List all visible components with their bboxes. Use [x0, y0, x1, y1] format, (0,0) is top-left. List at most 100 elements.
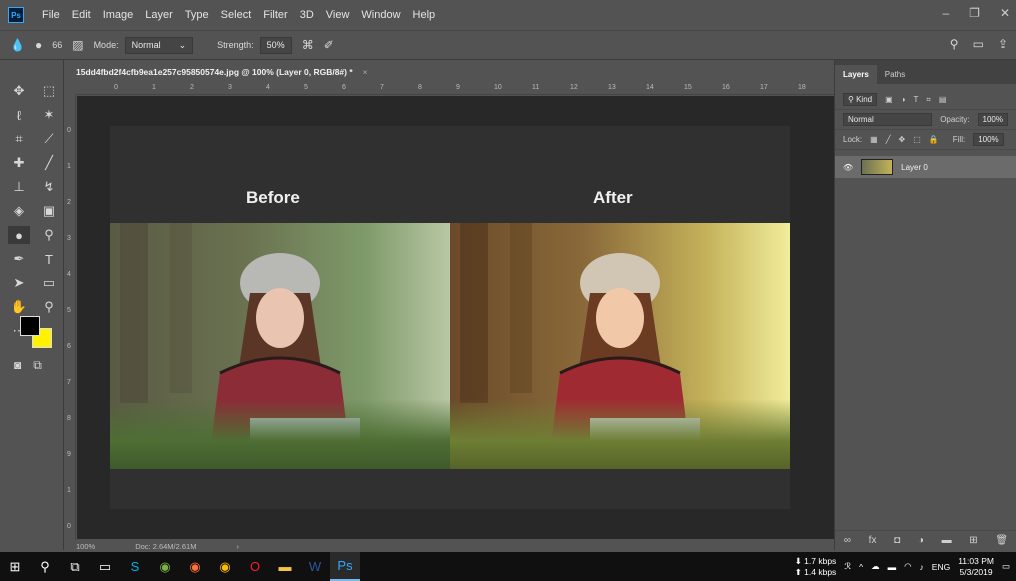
skype-icon[interactable]: S [120, 552, 150, 581]
windows-start-icon[interactable]: ⊞ [0, 552, 30, 581]
menu-file[interactable]: File [36, 9, 66, 21]
new-layer-icon[interactable]: ⊞ [969, 535, 977, 546]
hand-tool-icon[interactable]: ✋ [8, 298, 30, 316]
strength-field[interactable]: 50% [259, 36, 292, 54]
search-icon[interactable]: ⚲ [30, 552, 60, 581]
layer-mask-icon[interactable]: ◘ [894, 535, 900, 546]
menu-filter[interactable]: Filter [257, 9, 293, 21]
move-tool-icon[interactable]: ✥ [8, 82, 30, 100]
wifi-icon[interactable]: ◠ [904, 561, 911, 572]
brush-tool-icon[interactable]: ╱ [38, 154, 60, 172]
tray-chevron-up-icon[interactable]: ^ [859, 562, 863, 572]
crop-tool-icon[interactable]: ⌗ [8, 130, 30, 148]
restore-icon[interactable]: ❐ [969, 6, 980, 20]
blur-tool-icon[interactable]: ● [8, 226, 30, 244]
kind-filter-select[interactable]: ⚲ Kind [843, 93, 878, 106]
menu-3d[interactable]: 3D [294, 9, 320, 21]
tab-paths[interactable]: Paths [877, 65, 913, 84]
menu-select[interactable]: Select [215, 9, 258, 21]
menu-layer[interactable]: Layer [139, 9, 179, 21]
clone-stamp-tool-icon[interactable]: ⊥ [8, 178, 30, 196]
healing-brush-tool-icon[interactable]: ✚ [8, 154, 30, 172]
menu-type[interactable]: Type [179, 9, 215, 21]
new-group-icon[interactable]: ▬ [942, 535, 952, 546]
minimize-icon[interactable]: – [942, 6, 949, 20]
lock-transparency-icon[interactable]: ▦ [870, 135, 878, 144]
foreground-color-swatch[interactable] [20, 316, 40, 336]
screen-mode-icon[interactable]: ⧉ [33, 358, 42, 373]
gradient-tool-icon[interactable]: ▣ [38, 202, 60, 220]
magic-wand-tool-icon[interactable]: ✶ [38, 106, 60, 124]
volume-icon[interactable]: ♪ [920, 562, 924, 572]
notifications-icon[interactable]: ▭ [1002, 561, 1010, 572]
search-icon[interactable]: ⚲ [950, 37, 959, 51]
type-tool-icon[interactable]: T [38, 250, 60, 268]
brush-preset-icon[interactable]: ● [35, 38, 42, 52]
people-icon[interactable]: ℛ [844, 561, 851, 572]
fill-field[interactable]: 100% [973, 133, 1004, 146]
clock[interactable]: 11:03 PM 5/3/2019 [958, 556, 994, 578]
chrome-alt-icon[interactable]: ◉ [150, 552, 180, 581]
rectangle-tool-icon[interactable]: ▭ [38, 274, 60, 292]
workspace-icon[interactable]: ▭ [973, 37, 984, 51]
task-view-icon[interactable]: ⧉ [60, 552, 90, 581]
pen-tool-icon[interactable]: ✒ [8, 250, 30, 268]
lock-all-icon[interactable]: 🔒 [929, 135, 939, 144]
image-canvas[interactable]: Before After [110, 126, 790, 509]
path-selection-tool-icon[interactable]: ➤ [8, 274, 30, 292]
link-layers-icon[interactable]: ∞ [844, 535, 851, 546]
eyedropper-tool-icon[interactable]: ⟋ [38, 130, 60, 148]
menu-edit[interactable]: Edit [66, 9, 97, 21]
share-icon[interactable]: ⇪ [998, 37, 1008, 51]
visibility-eye-icon[interactable]: 👁 [843, 163, 853, 172]
filter-smart-object-icon[interactable]: ▤ [939, 95, 947, 104]
tab-layers[interactable]: Layers [835, 65, 877, 84]
zoom-tool-icon[interactable]: ⚲ [38, 298, 60, 316]
adjustment-layer-icon[interactable]: ◑ [918, 535, 924, 546]
document-tab[interactable]: 15dd4fbd2f4cfb9ea1e257c95850574e.jpg @ 1… [64, 62, 834, 82]
battery-icon[interactable]: ▬ [888, 562, 897, 572]
close-icon[interactable]: ✕ [1000, 6, 1010, 20]
close-document-icon[interactable]: × [363, 67, 368, 77]
folder-icon[interactable]: ▬ [270, 552, 300, 581]
filter-pixel-icon[interactable]: ▣ [885, 95, 893, 104]
lock-position-icon[interactable]: ✥ [899, 135, 906, 144]
delete-layer-icon[interactable]: 🗑 [995, 535, 1008, 546]
menu-window[interactable]: Window [355, 9, 406, 21]
chrome-icon[interactable]: ◉ [210, 552, 240, 581]
language-indicator[interactable]: ENG [932, 562, 950, 572]
quick-mask-icon[interactable]: ◙ [14, 358, 21, 373]
brush-settings-icon[interactable]: ▨ [72, 38, 83, 52]
menu-help[interactable]: Help [407, 9, 442, 21]
marquee-tool-icon[interactable]: ⬚ [38, 82, 60, 100]
opacity-field[interactable]: 100% [977, 113, 1008, 126]
opera-icon[interactable]: O [240, 552, 270, 581]
lock-image-icon[interactable]: ╱ [886, 135, 891, 144]
document-workspace[interactable]: Before After [77, 96, 834, 539]
history-brush-tool-icon[interactable]: ↯ [38, 178, 60, 196]
fx-icon[interactable]: fx [869, 535, 877, 546]
filter-adjustment-icon[interactable]: ◑ [901, 95, 906, 104]
doc-size[interactable]: Doc: 2.64M/2.61M [135, 542, 196, 551]
photoshop-taskbar-icon[interactable]: Ps [330, 552, 360, 581]
word-icon[interactable]: W [300, 552, 330, 581]
layer-row[interactable]: 👁 Layer 0 [835, 156, 1016, 178]
filter-shape-icon[interactable]: ⌗ [926, 95, 931, 105]
menu-view[interactable]: View [320, 9, 356, 21]
sample-all-layers-icon[interactable]: ⌘ [302, 38, 314, 52]
lock-artboard-icon[interactable]: ⬚ [913, 135, 921, 144]
eraser-tool-icon[interactable]: ◈ [8, 202, 30, 220]
blur-tool-icon[interactable]: 💧 [10, 38, 25, 52]
menu-image[interactable]: Image [97, 9, 140, 21]
file-explorer-icon[interactable]: ▭ [90, 552, 120, 581]
mode-select[interactable]: Normal ⌄ [124, 36, 194, 54]
pressure-icon[interactable]: ✐ [324, 38, 334, 52]
lasso-tool-icon[interactable]: ℓ [8, 106, 30, 124]
firefox-icon[interactable]: ◉ [180, 552, 210, 581]
blend-mode-select[interactable]: Normal [843, 113, 933, 126]
chevron-right-icon[interactable]: › [236, 542, 239, 551]
photoshop-logo-icon[interactable]: Ps [8, 7, 24, 23]
zoom-level[interactable]: 100% [76, 542, 95, 551]
layer-name[interactable]: Layer 0 [901, 163, 928, 172]
dodge-tool-icon[interactable]: ⚲ [38, 226, 60, 244]
